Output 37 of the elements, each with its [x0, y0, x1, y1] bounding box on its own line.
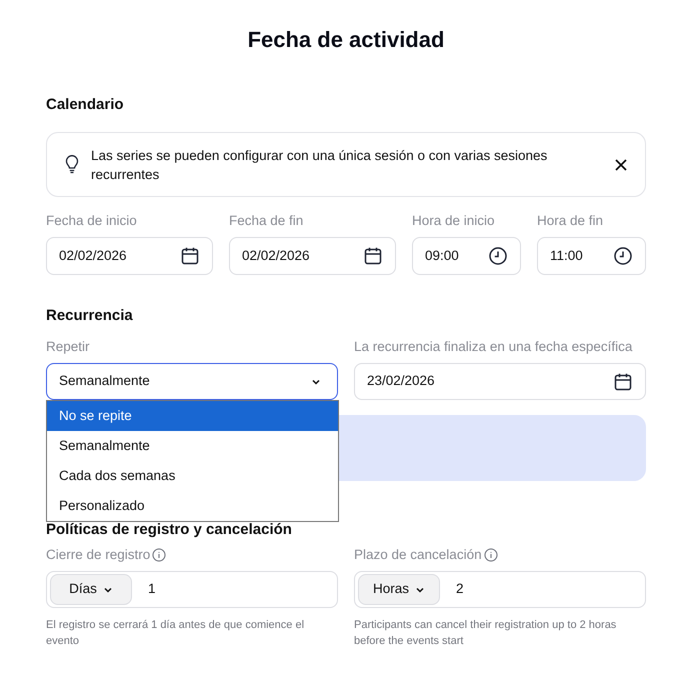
field-label: Cierre de registro	[46, 547, 150, 563]
field-label: Fecha de inicio	[46, 213, 138, 229]
helper-text: Participants can cancel their registration up to 2 horas before the events start	[354, 618, 618, 649]
field-label: La recurrencia finaliza en una fecha específica	[354, 339, 634, 355]
info-icon[interactable]	[484, 548, 498, 562]
calendar-icon	[363, 246, 383, 266]
date-field[interactable]: 23/02/2026	[354, 363, 646, 400]
number-field[interactable]: Días 1	[46, 571, 338, 608]
unit-dropdown[interactable]: Días	[50, 574, 132, 605]
field-label: Hora de inicio	[412, 213, 496, 229]
calendar-icon	[613, 372, 633, 392]
section-heading: Calendario	[46, 95, 125, 115]
lightbulb-icon	[65, 154, 79, 174]
clock-icon	[613, 246, 633, 266]
time-field[interactable]: 11:00	[537, 237, 646, 275]
section-heading: Políticas de registro y cancelación	[46, 522, 293, 538]
date-field[interactable]: 02/02/2026	[229, 237, 396, 275]
dropdown-option[interactable]: Personalizado	[47, 491, 338, 521]
section-heading: Recurrencia	[46, 306, 134, 326]
date-field[interactable]: 02/02/2026	[46, 237, 213, 275]
page-title: Fecha de actividad	[246, 26, 446, 54]
field-label: Plazo de cancelación	[354, 547, 482, 563]
calendar-icon	[180, 246, 200, 266]
unit-dropdown[interactable]: Horas	[358, 574, 440, 605]
field-label: Fecha de fin	[229, 213, 304, 229]
info-icon[interactable]	[152, 548, 166, 562]
field-label: Hora de fin	[537, 213, 604, 229]
dropdown-select[interactable]: Semanalmente	[46, 363, 338, 400]
helper-text: El registro se cerrará 1 día antes de que comience el evento	[46, 618, 306, 649]
notice-text: Las series se pueden configurar con una única sesión o con varias sesiones recurrentes	[91, 146, 548, 184]
number-field[interactable]: Horas 2	[354, 571, 646, 608]
dropdown-option[interactable]: Cada dos semanas	[47, 461, 338, 491]
dropdown-option[interactable]: Semanalmente	[47, 431, 338, 461]
time-field[interactable]: 09:00	[412, 237, 521, 275]
clock-icon	[488, 246, 508, 266]
field-label: Repetir	[46, 339, 91, 355]
dropdown-option[interactable]: No se repite	[47, 401, 338, 431]
